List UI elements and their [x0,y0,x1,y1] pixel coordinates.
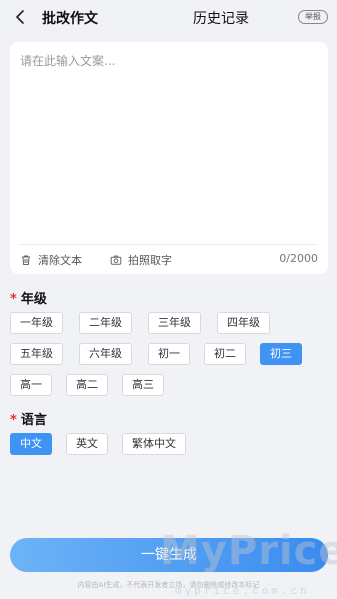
grade-chip[interactable]: 高三 [122,374,164,396]
history-link[interactable]: 历史记录 [193,8,249,28]
report-button[interactable]: 举报 [298,10,328,24]
grade-chip[interactable]: 四年级 [217,312,270,334]
clear-text-button[interactable]: 清除文本 [20,252,82,268]
clear-text-label: 清除文本 [38,254,82,267]
grade-chip-selected[interactable]: 初三 [260,343,302,365]
grade-label: 年级 [20,292,47,307]
essay-input[interactable] [20,52,318,232]
photo-ocr-button[interactable]: 拍照取字 [110,252,172,268]
photo-ocr-label: 拍照取字 [128,254,172,267]
camera-icon [110,255,122,265]
grade-chip[interactable]: 三年级 [148,312,201,334]
generate-button[interactable]: 一键生成 [10,538,328,572]
language-chip-selected[interactable]: 中文 [10,433,52,455]
language-chip[interactable]: 繁体中文 [122,433,186,455]
grade-section-label: * 年级 [10,288,47,307]
language-chip[interactable]: 英文 [66,433,108,455]
header-bar: 批改作文 历史记录 举报 [0,0,337,34]
editor-divider [20,244,318,245]
grade-chip[interactable]: 初二 [204,343,246,365]
page-title: 批改作文 [42,11,98,27]
grade-chip[interactable]: 初一 [148,343,190,365]
required-mark: * [10,413,17,428]
trash-icon [22,255,30,265]
char-counter: 0/2000 [279,252,318,265]
grade-chip[interactable]: 高二 [66,374,108,396]
ai-disclaimer: 内容由AI生成，不代表开发者立场，请勿删除或修改本标记 [77,581,260,589]
grade-chip[interactable]: 六年级 [79,343,132,365]
grade-chip[interactable]: 五年级 [10,343,63,365]
required-mark: * [10,292,17,307]
chevron-left-icon[interactable] [12,8,30,26]
language-section-label: * 语言 [10,409,47,428]
grade-chip[interactable]: 二年级 [79,312,132,334]
text-editor-card: 清除文本 拍照取字 0/2000 [10,42,328,274]
grade-chip[interactable]: 一年级 [10,312,63,334]
grade-chip[interactable]: 高一 [10,374,52,396]
language-label: 语言 [20,413,47,428]
